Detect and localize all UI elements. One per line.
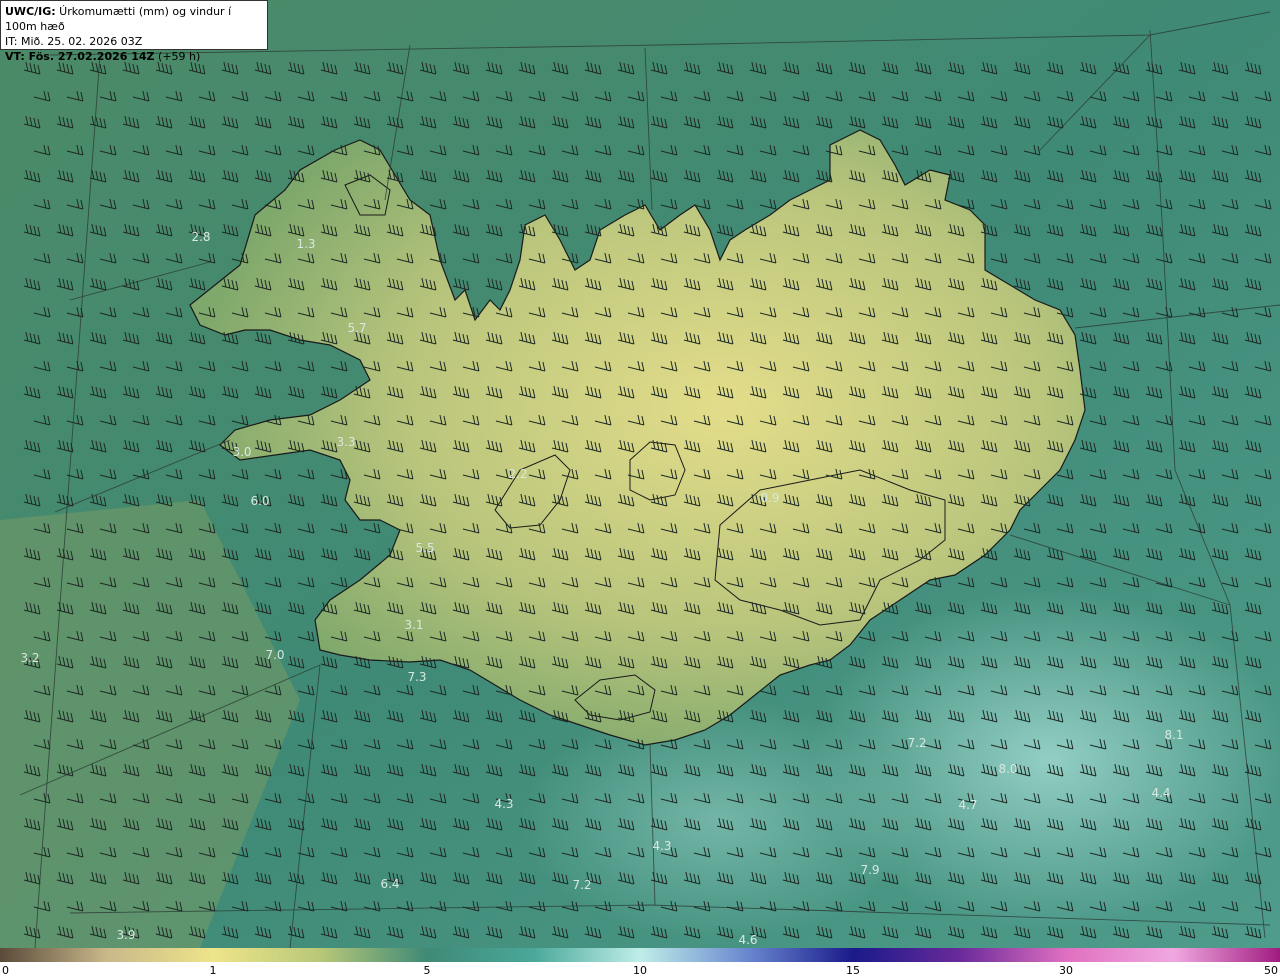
value-label: 7.9 xyxy=(860,863,879,877)
value-label: 7.3 xyxy=(407,670,426,684)
init-time: IT: Mið. 25. 02. 2026 03Z xyxy=(5,35,143,48)
colorbar-tick-0: 0 xyxy=(2,964,9,977)
value-label: 3.0 xyxy=(232,445,251,459)
map-header: UWC/IG: Úrkomumætti (mm) og vindur í 100… xyxy=(0,0,268,63)
forecast-hour: (+59 h) xyxy=(154,50,201,63)
value-label: 5.7 xyxy=(347,321,366,335)
value-label: 2.8 xyxy=(191,230,210,244)
value-label: 3.3 xyxy=(336,435,355,449)
model-name: UWC/IG: xyxy=(5,5,56,18)
title-line: UWC/IG: Úrkomumætti (mm) og vindur í 100… xyxy=(5,4,263,34)
valid-time: VT: Fös. 27.02.2026 14Z xyxy=(5,50,155,63)
colorbar-tick-50: 50 xyxy=(1264,964,1278,977)
value-label: 7.2 xyxy=(572,878,591,892)
colorbar-tick-15: 15 xyxy=(846,964,860,977)
value-label: 8.0 xyxy=(998,762,1017,776)
precipitation-wind-map: 2.8 1.3 5.7 3.3 3.0 6.0 5.5 3.1 7.0 3.2 7.3 4.3 4.3 6… xyxy=(0,0,1280,948)
value-label: 3.9 xyxy=(116,928,135,942)
colorbar-tick-10: 10 xyxy=(633,964,647,977)
value-label: 5.5 xyxy=(415,541,434,555)
s-light-field xyxy=(520,700,920,940)
colorbar-tick-5: 5 xyxy=(423,964,431,977)
colorbar: 0 1 5 10 15 30 50 xyxy=(0,948,1280,978)
value-label: 4.3 xyxy=(494,797,513,811)
value-label: 3.1 xyxy=(404,618,423,632)
valid-time-line: VT: Fös. 27.02.2026 14Z (+59 h) xyxy=(5,49,263,64)
value-label: 1.3 xyxy=(296,237,315,251)
value-label: 4.6 xyxy=(738,933,757,947)
value-label: 4.7 xyxy=(958,798,977,812)
value-label: 4.4 xyxy=(1151,786,1170,800)
value-label: 3.2 xyxy=(20,651,39,665)
colorbar-strip xyxy=(0,948,1280,962)
value-label: 6.4 xyxy=(380,877,399,891)
colorbar-tick-1: 1 xyxy=(209,964,217,977)
value-label: 7.0 xyxy=(265,648,284,662)
value-label: 6.0 xyxy=(250,494,269,508)
value-label: 0.9 xyxy=(760,491,779,505)
colorbar-tick-30: 30 xyxy=(1059,964,1073,977)
value-label: 8.1 xyxy=(1164,728,1183,742)
value-label: 2.2 xyxy=(508,467,527,481)
value-label: 7.2 xyxy=(907,736,926,750)
value-label: 4.3 xyxy=(652,839,671,853)
